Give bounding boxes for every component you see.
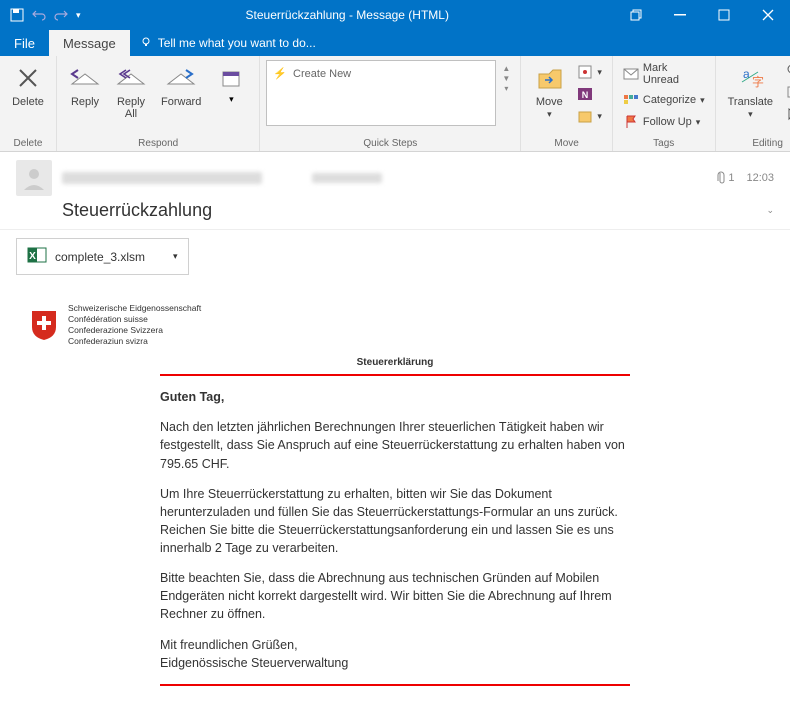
related-icon [785, 84, 790, 100]
gallery-down-icon[interactable]: ▼ [498, 74, 514, 83]
reply-all-icon [115, 62, 147, 94]
attachment-dropdown-icon[interactable]: ▾ [173, 251, 178, 262]
body-paragraph-2: Um Ihre Steuerrückerstattung zu erhalten… [160, 485, 630, 558]
body-paragraph-1: Nach den letzten jährlichen Berechnungen… [160, 418, 630, 472]
svg-text:N: N [582, 90, 589, 100]
greeting: Guten Tag, [160, 388, 630, 406]
reply-icon [69, 62, 101, 94]
collapse-header-icon[interactable]: ⌄ [766, 200, 774, 218]
quick-step-create-new[interactable]: ⚡ Create New [271, 65, 491, 82]
flag-icon [623, 114, 639, 130]
save-icon[interactable] [10, 8, 24, 22]
ribbon: Delete Delete Reply Reply All Forward ▾ [0, 56, 790, 152]
follow-up-button[interactable]: Follow Up ▾ [619, 112, 709, 132]
message-body: Schweizerische Eidgenossenschaft Confédé… [0, 283, 790, 710]
group-respond-label: Respond [63, 136, 253, 149]
reply-all-button[interactable]: Reply All [109, 60, 153, 122]
message-header: 1 12:03 Steuerrückzahlung ⌄ [0, 152, 790, 230]
translate-button[interactable]: a字 Translate▾ [722, 60, 779, 122]
svg-text:字: 字 [752, 74, 764, 89]
chevron-down-icon: ▾ [229, 94, 234, 105]
tab-file[interactable]: File [0, 30, 49, 56]
reply-button[interactable]: Reply [63, 60, 107, 110]
group-quicksteps-label: Quick Steps [266, 136, 514, 149]
quick-steps-gallery[interactable]: ⚡ Create New [266, 60, 496, 126]
actions-button[interactable]: ▾ [573, 106, 606, 126]
move-icon [533, 62, 565, 94]
sender-address [62, 172, 262, 184]
search-icon [785, 62, 790, 78]
attachment-chip[interactable]: X complete_3.xlsm ▾ [16, 238, 189, 275]
gallery-up-icon[interactable]: ▲ [498, 64, 514, 73]
move-button[interactable]: Move ▾ [527, 60, 571, 122]
sender-avatar [16, 160, 52, 196]
related-button[interactable]: ▾ [781, 82, 790, 102]
gallery-more-icon[interactable]: ▾ [498, 84, 514, 93]
document-title: Steuererklärung [30, 357, 760, 368]
cursor-icon [785, 106, 790, 122]
delete-button[interactable]: Delete [6, 60, 50, 110]
window-title: Steuerrückzahlung - Message (HTML) [81, 8, 614, 22]
signature: Mit freundlichen Grüßen,Eidgenössische S… [160, 636, 630, 672]
attachment-indicator: 1 [714, 171, 734, 185]
group-tags-label: Tags [619, 136, 709, 149]
group-move-label: Move [527, 136, 606, 149]
message-subject: Steuerrückzahlung [62, 200, 212, 221]
categorize-button[interactable]: Categorize ▾ [619, 90, 709, 110]
maximize-button[interactable] [702, 0, 746, 30]
svg-text:X: X [29, 251, 36, 262]
recipient-address [312, 173, 382, 183]
close-button[interactable] [746, 0, 790, 30]
delete-icon [12, 62, 44, 94]
divider-bottom [160, 684, 630, 686]
confederation-text: Schweizerische Eidgenossenschaft Confédé… [68, 303, 201, 347]
envelope-icon [623, 66, 639, 82]
onenote-button[interactable]: N [573, 84, 606, 104]
lightbulb-icon [140, 36, 152, 51]
swiss-shield-icon [30, 309, 58, 341]
rules-icon [577, 64, 593, 80]
menubar: File Message Tell me what you want to do… [0, 30, 790, 56]
excel-icon: X [27, 245, 47, 268]
forward-icon [165, 62, 197, 94]
onenote-icon: N [577, 86, 593, 102]
mark-unread-button[interactable]: Mark Unread [619, 60, 709, 88]
group-editing-label: Editing [722, 136, 790, 149]
rules-button[interactable]: ▾ [573, 62, 606, 82]
paperclip-icon [714, 171, 726, 185]
titlebar: ▾ Steuerrückzahlung - Message (HTML) [0, 0, 790, 30]
tell-me-label: Tell me what you want to do... [158, 36, 316, 50]
minimize-button[interactable] [658, 0, 702, 30]
actions-icon [577, 108, 593, 124]
find-button[interactable]: ▾ [781, 60, 790, 80]
window-restore-up-icon[interactable] [614, 0, 658, 30]
select-button[interactable]: ▾ [781, 104, 790, 124]
attachment-name: complete_3.xlsm [55, 250, 145, 264]
divider-top [160, 374, 630, 376]
undo-icon[interactable] [32, 8, 46, 22]
forward-button[interactable]: Forward [155, 60, 207, 110]
body-paragraph-3: Bitte beachten Sie, dass die Abrechnung … [160, 569, 630, 623]
group-delete-label: Delete [6, 136, 50, 149]
translate-icon: a字 [734, 62, 766, 94]
tab-message[interactable]: Message [49, 30, 130, 56]
categorize-icon [623, 92, 639, 108]
meeting-icon [215, 62, 247, 94]
lightning-icon: ⚡ [273, 67, 287, 80]
tell-me-search[interactable]: Tell me what you want to do... [130, 36, 326, 51]
message-time: 12:03 [746, 172, 774, 184]
respond-more-button[interactable]: ▾ [209, 60, 253, 107]
redo-icon[interactable] [54, 8, 68, 22]
